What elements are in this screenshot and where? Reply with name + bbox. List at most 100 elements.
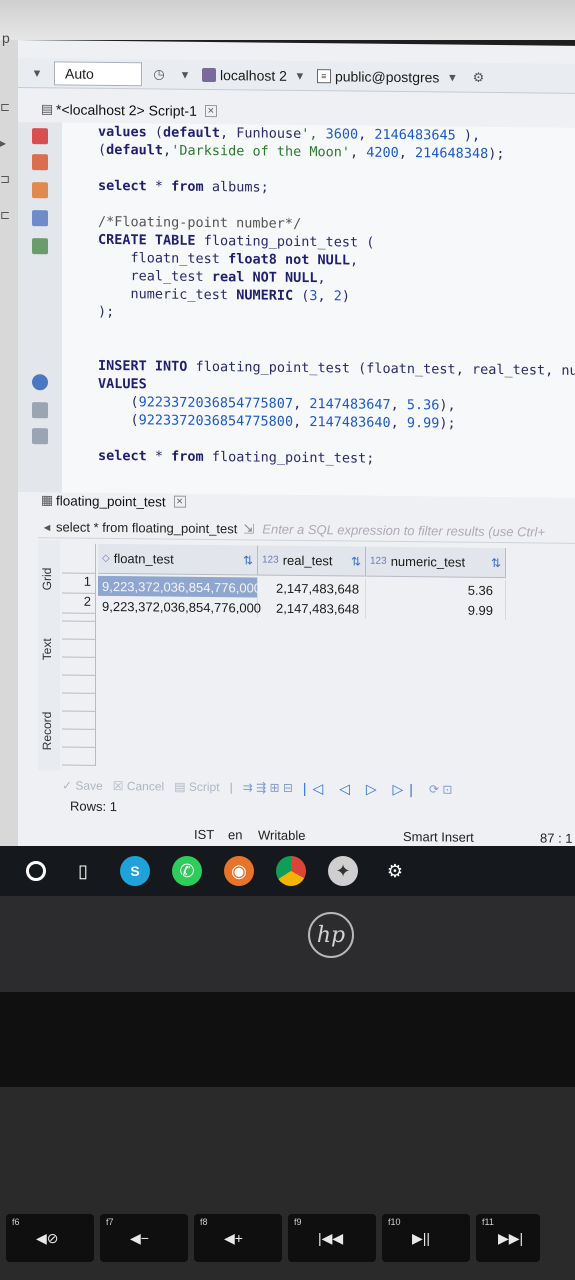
sql-editor[interactable]: values (default, Funhouse', 3600, 214648… [62,122,575,498]
tab-text[interactable]: Text [40,638,54,660]
results-toolbar: ✓ Save ☒ Cancel ▤ Script | ⇉ ⇶ ⊞ ⊟ |◁ ◁ … [62,778,453,797]
chrome-icon[interactable] [276,856,306,886]
execute-script-icon[interactable] [32,154,48,171]
cursor-position: 87 : 1 [540,829,573,846]
script-file-icon: ▤ [40,101,54,117]
whatsapp-icon[interactable]: ✆ [172,856,202,886]
rows-count: Rows: 1 [70,798,117,815]
code-line[interactable]: select * from floating_point_test; [98,447,575,470]
explain-plan-icon[interactable] [32,182,48,199]
query-label: select * from floating_point_test [56,519,238,537]
previous-track-icon: |◀◀ [318,1230,344,1246]
refresh-icon[interactable]: ⟳ ⊡ [429,782,452,796]
key-f7[interactable]: f7 ◀− [100,1214,188,1262]
history-icon[interactable]: ◷ [150,65,168,83]
active-connection-selector[interactable]: localhost 2 ▾ [202,65,309,84]
table-cell[interactable]: 9.99 [366,598,506,621]
active-schema-selector[interactable]: ≡ public@postgres ▾ [316,67,462,87]
save-button[interactable]: ✓ Save [62,778,103,792]
function-key-row: f6 ◀⊘ f7 ◀− f8 ◀+ f9 |◀◀ f10 ▶|| f11 ▶▶| [0,1214,575,1264]
column-header-real-test[interactable]: 123 real_test ⇅ [258,545,366,576]
table-cell[interactable]: 9,223,372,036,854,776,000 [98,595,261,618]
key-f9[interactable]: f9 |◀◀ [288,1214,376,1262]
volume-down-icon: ◀− [130,1230,149,1246]
results-tab[interactable]: ▦ floating_point_test × [38,488,575,518]
dropdown-arrow-icon[interactable]: ▾ [28,64,46,82]
timezone-status: IST [194,826,215,842]
transaction-mode-select[interactable]: Auto [54,60,142,86]
edge-icon: ⊏ [0,208,11,222]
sort-icon[interactable]: ⇅ [351,554,365,568]
filter-input[interactable]: Enter a SQL expression to filter results… [262,522,545,540]
export-icon[interactable] [32,238,48,255]
page-navigation-icons[interactable]: |◁ ◁ ▷ ▷| [303,779,419,797]
empty-rows [62,603,96,766]
settings-icon[interactable]: ⚙ [469,68,487,86]
database-icon: ≡ [316,68,331,83]
chevron-down-icon: ▾ [449,69,456,85]
settings-gear-icon[interactable]: ⚙ [380,856,410,886]
close-icon[interactable]: × [173,495,186,508]
dbeaver-icon[interactable]: ✦ [328,856,358,886]
grid-header: ◇ floatn_test ⇅ 123 real_test ⇅ 123 nume… [98,543,506,579]
sort-icon[interactable]: ⇅ [243,553,257,567]
monitor-bezel-top [0,0,575,40]
table-row[interactable]: 9,223,372,036,854,776,000 2,147,483,648 … [98,595,506,621]
skype-icon[interactable]: S [120,856,150,886]
schema-name: public@postgres [334,67,440,85]
table-cell[interactable]: 2,147,483,648 [258,577,366,599]
dbeaver-window: ▾ Auto ◷ ▾ localhost 2 ▾ ≡ public@postgr… [18,40,575,894]
monitor-bezel-left: ⊏ ▸ ⊐ ⊏ [0,40,18,885]
mute-icon: ◀⊘ [36,1230,59,1246]
sort-icon[interactable]: ⇅ [491,555,505,569]
key-f11[interactable]: f11 ▶▶| [476,1214,540,1262]
script-button[interactable]: ▤ Script [174,780,219,794]
tab-record[interactable]: Record [40,712,54,751]
cropped-text: p [2,30,10,46]
key-f6[interactable]: f6 ◀⊘ [6,1214,94,1262]
row-number[interactable]: 1 [62,573,96,594]
writable-status: Writable [258,827,306,843]
key-f8[interactable]: f8 ◀+ [194,1214,282,1262]
results-tab-title: floating_point_test [56,492,166,510]
chevron-down-icon: ▾ [296,67,304,83]
edit-row-icons[interactable]: ⇉ ⇶ ⊞ ⊟ [243,780,293,795]
expand-icon[interactable]: ⇲ [243,521,254,537]
column-header-numeric-test[interactable]: 123 numeric_test ⇅ [366,546,506,578]
connection-name: localhost 2 [220,66,287,84]
editor-gutter [18,122,62,493]
key-f10[interactable]: f10 ▶|| [382,1214,470,1262]
insert-mode-status: Smart Insert [403,828,474,845]
cancel-button[interactable]: ☒ Cancel [113,779,164,794]
table-icon: ▦ [40,492,54,508]
results-grid: 1 2 ◇ floatn_test ⇅ 123 real_test ⇅ 123 … [62,543,532,766]
numeric-type-icon: 123 [370,555,387,567]
volume-up-icon: ◀+ [224,1230,243,1246]
table-cell[interactable]: 9,223,372,036,854,776,000 [98,575,261,598]
start-circle-icon[interactable] [26,861,46,881]
windows-taskbar: ▯ S ✆ ◉ ✦ ⚙ [0,846,575,896]
close-icon[interactable]: × [204,104,217,118]
edge-icon: ⊐ [0,172,11,186]
play-pause-icon: ▶|| [412,1230,431,1246]
format-sql-icon[interactable] [32,210,48,227]
table-cell[interactable]: 2,147,483,648 [258,597,366,619]
task-view-icon[interactable]: ▯ [68,856,98,886]
hp-logo: hp [308,912,354,958]
document-icon[interactable] [32,428,48,445]
edge-icon: ▸ [0,136,7,150]
locale-status: en [228,826,243,842]
sql-code[interactable]: values (default, Funhouse', 3600, 214648… [98,123,575,470]
next-track-icon: ▶▶| [498,1230,524,1246]
tab-grid[interactable]: Grid [40,568,54,591]
connection-icon [202,67,216,82]
laptop-bezel [0,896,575,992]
firefox-icon[interactable]: ◉ [224,856,254,886]
chevron-down-icon[interactable]: ▾ [176,65,194,83]
results-filter-bar: ◂ select * from floating_point_test ⇲ En… [38,516,575,544]
document-icon[interactable] [32,402,48,419]
execute-statement-icon[interactable] [32,128,48,145]
column-header-floatn-test[interactable]: ◇ floatn_test ⇅ [98,543,258,575]
table-cell[interactable]: 5.36 [366,578,506,601]
gear-icon[interactable] [32,374,48,391]
